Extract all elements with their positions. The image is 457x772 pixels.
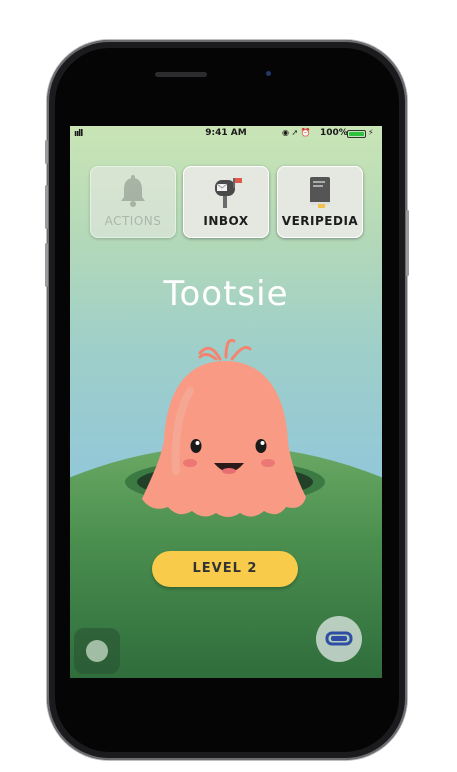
front-camera (266, 71, 271, 76)
joystick-icon (86, 640, 108, 662)
battery-fill (349, 132, 364, 136)
side-button-silent (45, 140, 48, 164)
inbox-button[interactable]: INBOX (183, 166, 269, 238)
status-icons: ◉ ➚ ⏰ (282, 128, 311, 137)
goggles-button[interactable] (316, 616, 362, 662)
bell-icon (121, 175, 145, 207)
joystick-button[interactable] (74, 628, 120, 674)
charging-icon: ⚡ (368, 128, 374, 137)
side-button-volume-up (45, 185, 48, 229)
veripedia-label: VERIPEDIA (281, 214, 359, 228)
pet-creature[interactable] (130, 331, 320, 521)
actions-label: ACTIONS (104, 214, 162, 228)
app-screen: ııll 9:41 AM ◉ ➚ ⏰ 100% ⚡ ACTIONS INBOX (70, 126, 382, 678)
pet-name: Tootsie (163, 274, 289, 314)
battery-percent: 100% (320, 128, 348, 138)
earpiece-speaker (155, 72, 207, 77)
status-bar: ııll 9:41 AM ◉ ➚ ⏰ 100% ⚡ (70, 126, 382, 142)
level-button[interactable]: LEVEL 2 (152, 551, 298, 587)
inbox-label: INBOX (203, 214, 249, 228)
book-icon (310, 177, 330, 208)
veripedia-button[interactable]: VERIPEDIA (277, 166, 363, 238)
side-button-volume-down (45, 243, 48, 287)
actions-button[interactable]: ACTIONS (90, 166, 176, 238)
mailbox-icon (215, 178, 242, 208)
side-button-power (406, 210, 409, 276)
battery-icon (347, 130, 366, 138)
goggles-icon (325, 631, 353, 646)
